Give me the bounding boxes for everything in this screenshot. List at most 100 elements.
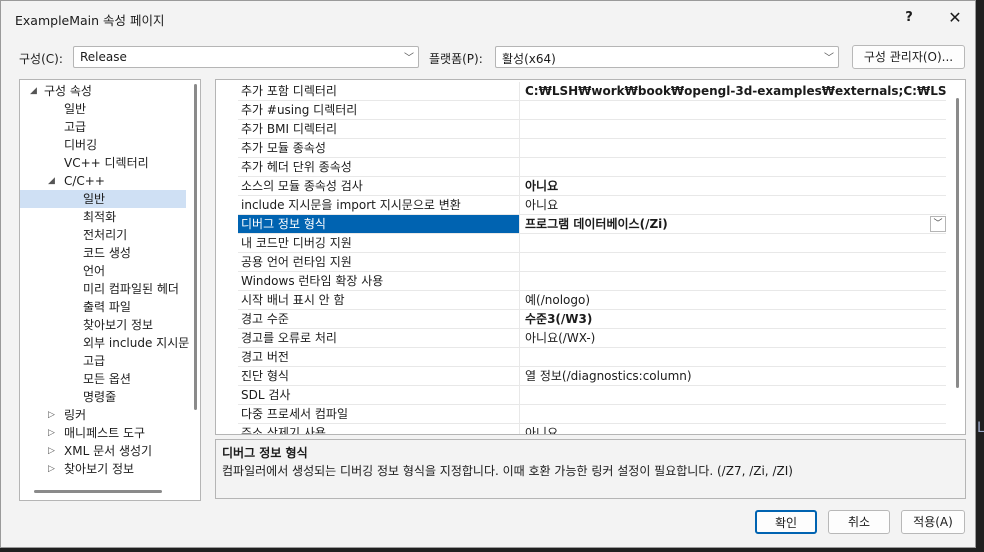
property-value[interactable] — [521, 405, 946, 423]
property-value[interactable] — [521, 139, 946, 157]
tree-item-cpp-general[interactable]: 일반 — [20, 190, 186, 208]
property-value[interactable]: 아니요 — [521, 424, 946, 434]
property-row[interactable]: 추가 #using 디렉터리 — [238, 101, 946, 120]
property-value[interactable] — [521, 253, 946, 271]
property-name: 진단 형식 — [238, 367, 520, 385]
property-value[interactable]: 아니요 — [521, 177, 946, 195]
property-name: 다중 프로세서 컴파일 — [238, 405, 520, 423]
tree-item-vc-directories[interactable]: VC++ 디렉터리 — [64, 154, 149, 172]
chevron-down-icon[interactable]: ﹀ — [930, 216, 946, 232]
property-row[interactable]: 내 코드만 디버깅 지원 — [238, 234, 946, 253]
configuration-manager-button[interactable]: 구성 관리자(O)... — [852, 45, 965, 69]
property-row[interactable]: 소스의 모듈 종속성 검사 아니요 — [238, 177, 946, 196]
property-value[interactable] — [521, 101, 946, 119]
tree-vertical-scrollbar[interactable] — [194, 84, 197, 410]
property-value[interactable]: C:₩LSH₩work₩book₩opengl-3d-examples₩exte… — [521, 82, 946, 100]
tree-item-label: 구성 속성 — [44, 84, 92, 98]
tree-item-browse-information[interactable]: 찾아보기 정보 — [83, 316, 153, 334]
property-name: 공용 언어 런타임 지원 — [238, 253, 520, 271]
property-row[interactable]: 주소 삭제기 사용 아니요 — [238, 424, 946, 434]
tree-item-label: 찾아보기 정보 — [64, 462, 135, 476]
platform-label: 플랫폼(P): — [429, 52, 483, 66]
property-value[interactable]: 수준3(/W3) — [521, 310, 946, 328]
property-value[interactable]: 예(/nologo) — [521, 291, 946, 309]
property-name: Windows 런타임 확장 사용 — [238, 272, 520, 290]
tree-item-label: XML 문서 생성기 — [64, 444, 153, 458]
tree-item-debugging[interactable]: 디버깅 — [64, 136, 97, 154]
close-button[interactable]: ✕ — [940, 7, 970, 29]
platform-value: 활성(x64) — [502, 52, 556, 66]
property-row[interactable]: 추가 BMI 디렉터리 — [238, 120, 946, 139]
description-title: 디버그 정보 형식 — [222, 446, 308, 460]
configuration-dropdown[interactable]: Release ﹀ — [73, 46, 419, 68]
property-name: SDL 검사 — [238, 386, 520, 404]
property-row[interactable]: SDL 검사 — [238, 386, 946, 405]
property-row[interactable]: 경고를 오류로 처리 아니요(/WX-) — [238, 329, 946, 348]
property-name: 디버그 정보 형식 — [238, 215, 520, 233]
property-value[interactable] — [521, 272, 946, 290]
property-row[interactable]: 추가 포함 디렉터리 C:₩LSH₩work₩book₩opengl-3d-exa… — [238, 82, 946, 101]
property-value[interactable] — [521, 234, 946, 252]
collapsed-triangle-icon[interactable]: ▷ — [48, 424, 55, 442]
help-button[interactable]: ? — [894, 7, 924, 29]
tree-item-label: C/C++ — [64, 174, 105, 188]
property-row[interactable]: 경고 버전 — [238, 348, 946, 367]
property-row[interactable]: 시작 배너 표시 안 함 예(/nologo) — [238, 291, 946, 310]
property-row[interactable]: 다중 프로세서 컴파일 — [238, 405, 946, 424]
chevron-down-icon: ﹀ — [824, 53, 834, 64]
property-value[interactable]: 열 정보(/diagnostics:column) — [521, 367, 946, 385]
grid-vertical-scrollbar[interactable] — [956, 98, 959, 388]
apply-button[interactable]: 적용(A) — [901, 510, 965, 534]
ok-button[interactable]: 확인 — [755, 510, 817, 534]
property-value[interactable] — [521, 158, 946, 176]
property-row[interactable]: Windows 런타임 확장 사용 — [238, 272, 946, 291]
tree-item-optimization[interactable]: 최적화 — [83, 208, 116, 226]
tree-item-output-files[interactable]: 출력 파일 — [83, 298, 131, 316]
tree-item-advanced[interactable]: 고급 — [64, 118, 86, 136]
property-name: include 지시문을 import 지시문으로 변환 — [238, 196, 520, 214]
property-row[interactable]: 경고 수준 수준3(/W3) — [238, 310, 946, 329]
tree-item-language[interactable]: 언어 — [83, 262, 105, 280]
property-value[interactable]: 아니요(/WX-) — [521, 329, 946, 347]
property-row[interactable]: 진단 형식 열 정보(/diagnostics:column) — [238, 367, 946, 386]
property-value[interactable]: 프로그램 데이터베이스(/Zi) — [521, 215, 946, 233]
tree-item-code-generation[interactable]: 코드 생성 — [83, 244, 131, 262]
tree-item-all-options[interactable]: 모든 옵션 — [83, 370, 131, 388]
property-row-selected[interactable]: 디버그 정보 형식 프로그램 데이터베이스(/Zi) ﹀ — [238, 215, 946, 234]
property-name: 추가 BMI 디렉터리 — [238, 120, 520, 138]
property-row[interactable]: include 지시문을 import 지시문으로 변환 아니요 — [238, 196, 946, 215]
tree-item-label: 매니페스트 도구 — [64, 426, 146, 440]
property-name: 추가 #using 디렉터리 — [238, 101, 520, 119]
window-title: ExampleMain 속성 페이지 — [15, 13, 165, 28]
tree-item-command-line[interactable]: 명령줄 — [83, 388, 116, 406]
property-value[interactable] — [521, 120, 946, 138]
settings-tree[interactable]: ◢ 구성 속성 일반 고급 디버깅 VC++ 디렉터리 ◢ C/C++ 일반 최… — [19, 79, 201, 501]
property-name: 추가 포함 디렉터리 — [238, 82, 520, 100]
expanded-triangle-icon[interactable]: ◢ — [48, 172, 55, 190]
collapsed-triangle-icon[interactable]: ▷ — [48, 442, 55, 460]
property-row[interactable]: 추가 모듈 종속성 — [238, 139, 946, 158]
tree-item-preprocessor[interactable]: 전처리기 — [83, 226, 127, 244]
collapsed-triangle-icon[interactable]: ▷ — [48, 460, 55, 478]
cancel-button[interactable]: 취소 — [828, 510, 890, 534]
property-value[interactable] — [521, 386, 946, 404]
property-name: 내 코드만 디버깅 지원 — [238, 234, 520, 252]
tree-item-cpp-advanced[interactable]: 고급 — [83, 352, 105, 370]
property-row[interactable]: 추가 헤더 단위 종속성 — [238, 158, 946, 177]
property-row[interactable]: 공용 언어 런타임 지원 — [238, 253, 946, 272]
title-bar: ExampleMain 속성 페이지 ? ✕ — [1, 1, 975, 35]
background-window-edge: L — [977, 420, 984, 436]
property-name: 소스의 모듈 종속성 검사 — [238, 177, 520, 195]
tree-item-precompiled-headers[interactable]: 미리 컴파일된 헤더 — [83, 280, 179, 298]
property-grid: 추가 포함 디렉터리 C:₩LSH₩work₩book₩opengl-3d-exa… — [215, 79, 966, 435]
chevron-down-icon: ﹀ — [404, 53, 414, 64]
property-value[interactable]: 아니요 — [521, 196, 946, 214]
expanded-triangle-icon[interactable]: ◢ — [30, 82, 37, 100]
platform-dropdown[interactable]: 활성(x64) ﹀ — [495, 46, 839, 68]
tree-item-external-includes[interactable]: 외부 include 지시문 — [83, 334, 189, 352]
property-value[interactable] — [521, 348, 946, 366]
tree-horizontal-scrollbar[interactable] — [34, 490, 162, 493]
tree-item-general[interactable]: 일반 — [64, 100, 86, 118]
property-name: 추가 헤더 단위 종속성 — [238, 158, 520, 176]
collapsed-triangle-icon[interactable]: ▷ — [48, 406, 55, 424]
